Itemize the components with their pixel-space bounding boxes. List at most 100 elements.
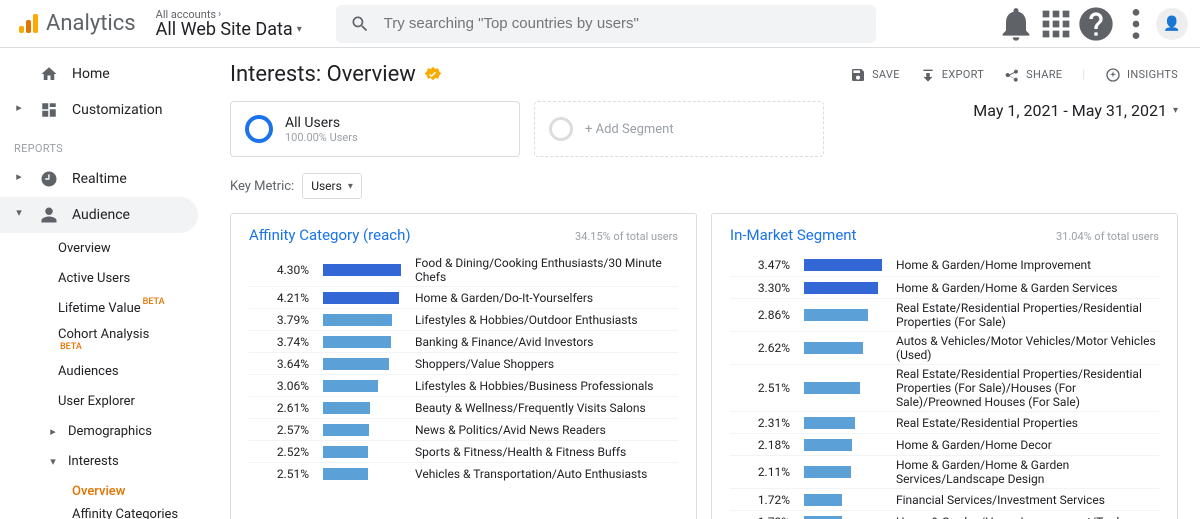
row-label: Home & Garden/Home & Garden Services	[896, 281, 1159, 295]
add-segment-label: + Add Segment	[585, 122, 674, 137]
sidebar-item-audience[interactable]: ▾Audience	[0, 197, 198, 233]
table-row[interactable]: 1.72%Financial Services/Investment Servi…	[730, 488, 1159, 510]
row-bar	[323, 336, 401, 348]
row-label: Real Estate/Residential Properties/Resid…	[896, 367, 1159, 409]
segment-ring-icon	[245, 115, 273, 143]
panel-title[interactable]: In-Market Segment	[730, 226, 856, 244]
search-bar[interactable]	[336, 5, 876, 43]
row-bar	[323, 468, 401, 480]
date-range-picker[interactable]: May 1, 2021 - May 31, 2021▾	[973, 101, 1178, 120]
segment-all-users[interactable]: All Users 100.00% Users	[230, 101, 520, 157]
row-percent: 4.30%	[249, 263, 309, 277]
sidebar-item-lifetime-value[interactable]: Lifetime ValueBETA	[0, 293, 208, 323]
segment-ring-icon	[549, 117, 573, 141]
page-title: Interests: Overview	[230, 62, 442, 87]
row-label: Food & Dining/Cooking Enthusiasts/30 Min…	[415, 256, 678, 284]
row-percent: 3.47%	[730, 258, 790, 272]
home-icon	[40, 65, 58, 83]
table-row[interactable]: 2.18%Home & Garden/Home Decor	[730, 433, 1159, 455]
notifications-icon[interactable]	[996, 4, 1036, 44]
row-bar	[804, 466, 882, 478]
row-label: Home & Garden/Home Improvement/Tools	[896, 515, 1159, 519]
table-row[interactable]: 2.51%Vehicles & Transportation/Auto Enth…	[249, 462, 678, 484]
sidebar-item-interests[interactable]: ▾Interests	[0, 446, 208, 476]
help-icon[interactable]	[1076, 4, 1116, 44]
row-label: Banking & Finance/Avid Investors	[415, 335, 678, 349]
row-label: Vehicles & Transportation/Auto Enthusias…	[415, 467, 678, 481]
table-row[interactable]: 2.57%News & Politics/Avid News Readers	[249, 418, 678, 440]
row-bar	[323, 314, 401, 326]
table-row[interactable]: 4.30% Food & Dining/Cooking Enthusiasts/3…	[249, 254, 678, 286]
sidebar-item-customization[interactable]: ▸Customization	[0, 92, 208, 128]
user-icon	[40, 206, 58, 224]
ga-logo[interactable]: Analytics	[8, 11, 144, 36]
table-row[interactable]: 2.11%Home & Garden/Home & Garden Service…	[730, 455, 1159, 488]
table-row[interactable]: 2.31%Real Estate/Residential Properties	[730, 411, 1159, 433]
share-button[interactable]: SHARE	[1004, 67, 1062, 83]
caret-down-icon: ▾	[348, 181, 353, 192]
account-switcher[interactable]: All accounts› All Web Site Data▾	[156, 8, 326, 40]
clock-icon	[40, 170, 58, 188]
row-label: Home & Garden/Do-It-Yourselfers	[415, 291, 678, 305]
table-row[interactable]: 2.61% Beauty & Wellness/Frequently Visits…	[249, 396, 678, 418]
table-row[interactable]: 2.52%Sports & Fitness/Health & Fitness B…	[249, 440, 678, 462]
add-segment-button[interactable]: + Add Segment	[534, 101, 824, 157]
table-row[interactable]: 3.06%Lifestyles & Hobbies/Business Profe…	[249, 374, 678, 396]
table-row[interactable]: 3.47% Home & Garden/Home Improvement	[730, 254, 1159, 276]
row-percent: 2.57%	[249, 423, 309, 437]
table-row[interactable]: 3.74% Banking & Finance/Avid Investors	[249, 330, 678, 352]
apps-icon[interactable]	[1036, 4, 1076, 44]
table-row[interactable]: 4.21%Home & Garden/Do-It-Yourselfers	[249, 286, 678, 308]
table-row[interactable]: 2.51% Real Estate/Residential Properties/…	[730, 364, 1159, 411]
sidebar-item-affinity-categories[interactable]: Affinity Categories	[0, 506, 208, 519]
row-percent: 3.06%	[249, 379, 309, 393]
sidebar-item-demographics[interactable]: ▸Demographics	[0, 416, 208, 446]
sidebar-item-active-users[interactable]: Active Users	[0, 263, 208, 293]
panel-title[interactable]: Affinity Category (reach)	[249, 226, 411, 244]
sidebar-item-realtime[interactable]: ▸Realtime	[0, 161, 208, 197]
sidebar-item-cohort[interactable]: Cohort AnalysisBETA	[0, 323, 208, 356]
more-icon[interactable]	[1116, 4, 1156, 44]
table-row[interactable]: 1.72%Home & Garden/Home Improvement/Tool…	[730, 510, 1159, 519]
table-row[interactable]: 3.79%Lifestyles & Hobbies/Outdoor Enthus…	[249, 308, 678, 330]
sidebar-item-home[interactable]: Home	[0, 56, 208, 92]
row-percent: 2.11%	[730, 465, 790, 479]
sidebar-item-aud-overview[interactable]: Overview	[0, 233, 208, 263]
row-percent: 2.31%	[730, 416, 790, 430]
user-avatar[interactable]: 👤	[1156, 8, 1188, 40]
row-percent: 2.62%	[730, 341, 790, 355]
table-row[interactable]: 3.64%Shoppers/Value Shoppers	[249, 352, 678, 374]
row-percent: 2.51%	[730, 381, 790, 395]
save-icon	[850, 67, 866, 83]
search-input[interactable]	[382, 14, 862, 33]
app-header: Analytics All accounts› All Web Site Dat…	[0, 0, 1200, 48]
row-label: Home & Garden/Home Improvement	[896, 258, 1159, 272]
row-label: Autos & Vehicles/Motor Vehicles/Motor Ve…	[896, 334, 1159, 362]
table-row[interactable]: 3.30%Home & Garden/Home & Garden Service…	[730, 276, 1159, 298]
search-icon	[350, 14, 370, 34]
row-percent: 3.74%	[249, 335, 309, 349]
row-percent: 2.86%	[730, 308, 790, 322]
sidebar-item-interests-overview[interactable]: Overview	[0, 476, 208, 506]
row-percent: 2.52%	[249, 445, 309, 459]
sidebar-item-audiences[interactable]: Audiences	[0, 356, 208, 386]
brand-name: Analytics	[46, 11, 136, 36]
row-percent: 1.72%	[730, 493, 790, 507]
row-label: Lifestyles & Hobbies/Outdoor Enthusiasts	[415, 313, 678, 327]
table-row[interactable]: 2.86% Real Estate/Residential Properties/…	[730, 298, 1159, 331]
dashboard-icon	[40, 101, 58, 119]
row-label: Shoppers/Value Shoppers	[415, 357, 678, 371]
expand-icon: ▸	[12, 170, 26, 188]
table-row[interactable]: 2.62% Autos & Vehicles/Motor Vehicles/Mot…	[730, 331, 1159, 364]
insights-button[interactable]: INSIGHTS	[1105, 67, 1178, 83]
row-label: Beauty & Wellness/Frequently Visits Salo…	[415, 401, 678, 415]
row-label: Real Estate/Residential Properties/Resid…	[896, 301, 1159, 329]
export-button[interactable]: EXPORT	[920, 67, 984, 83]
save-button[interactable]: SAVE	[850, 67, 900, 83]
panel-subtitle: 34.15% of total users	[575, 230, 678, 243]
sidebar-item-user-explorer[interactable]: User Explorer	[0, 386, 208, 416]
row-bar	[804, 417, 882, 429]
panel-subtitle: 31.04% of total users	[1056, 230, 1159, 243]
key-metric-select[interactable]: Users▾	[302, 173, 362, 199]
row-percent: 2.61%	[249, 401, 309, 415]
